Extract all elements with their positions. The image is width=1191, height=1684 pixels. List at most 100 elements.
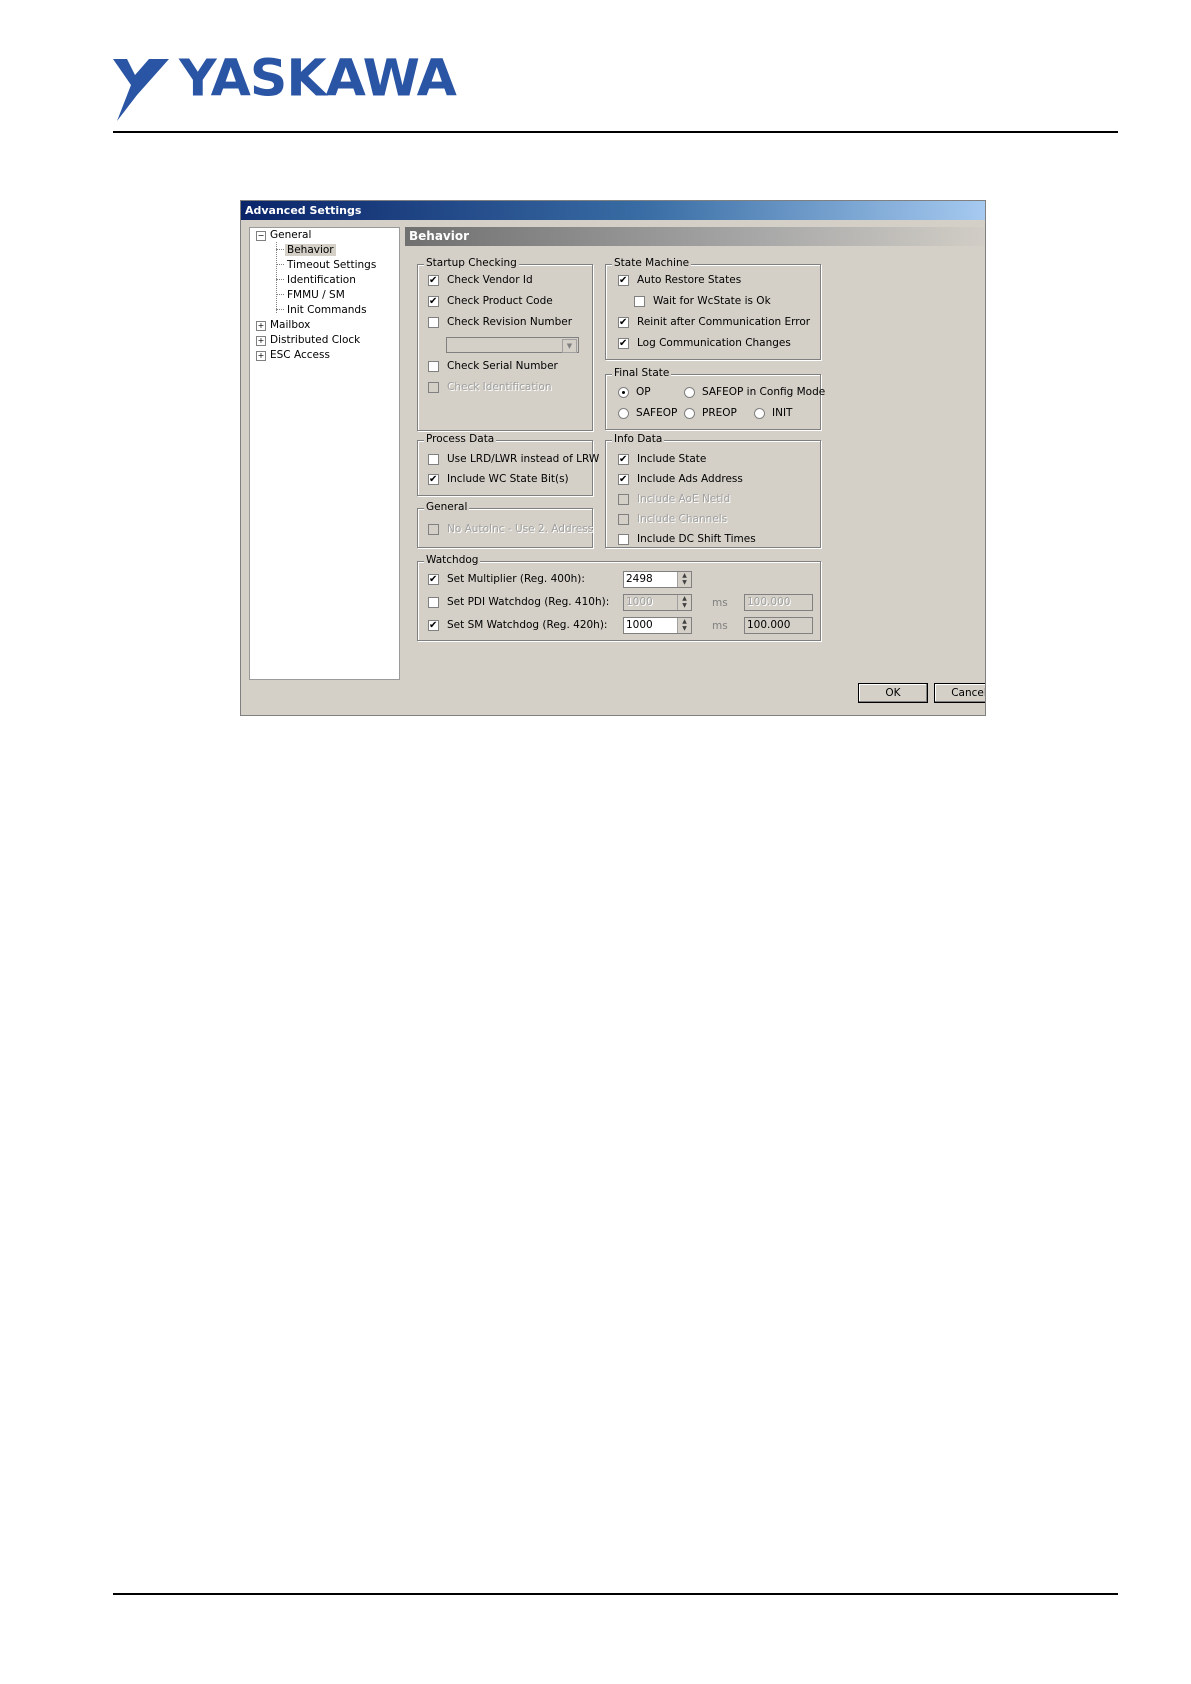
process-data-group: Process Data Use LRD/LWR instead of LRW … bbox=[417, 433, 599, 496]
tree-guide bbox=[276, 249, 284, 250]
tree-item-identification[interactable]: Identification bbox=[287, 274, 356, 287]
stepper-value: 1000 bbox=[626, 596, 653, 608]
advanced-settings-dialog: Advanced Settings − General Behavior Tim… bbox=[240, 200, 986, 716]
set-sm-watchdog[interactable]: Set SM Watchdog (Reg. 420h): bbox=[428, 619, 607, 631]
radio-init[interactable]: INIT bbox=[754, 407, 792, 419]
checkbox[interactable] bbox=[618, 274, 629, 286]
footer-rule bbox=[113, 1593, 1118, 1595]
expand-icon[interactable]: + bbox=[256, 321, 266, 331]
radio-safeop[interactable]: SAFEOP bbox=[618, 407, 677, 419]
unit-label: ms bbox=[712, 620, 728, 632]
wait-for-wcstate[interactable]: Wait for WcState is Ok bbox=[634, 295, 771, 307]
sm-watchdog-stepper[interactable]: 1000 ▲ ▼ bbox=[623, 617, 692, 634]
check-vendor-id[interactable]: Check Vendor Id bbox=[428, 274, 533, 286]
include-state[interactable]: Include State bbox=[618, 453, 706, 465]
check-identification: Check Identification bbox=[428, 381, 551, 393]
include-ads-address[interactable]: Include Ads Address bbox=[618, 473, 743, 485]
tree-item-timeout-settings[interactable]: Timeout Settings bbox=[287, 259, 376, 272]
radio-button[interactable] bbox=[684, 407, 695, 419]
tree-guide bbox=[276, 309, 284, 310]
checkbox[interactable] bbox=[618, 533, 629, 545]
revision-compare-select: ▼ bbox=[446, 337, 579, 353]
ok-button[interactable]: OK bbox=[858, 683, 928, 703]
radio-op[interactable]: OP bbox=[618, 386, 651, 398]
group-legend: Startup Checking bbox=[424, 257, 519, 269]
tree-item-general[interactable]: General bbox=[270, 229, 311, 242]
spin-down-icon[interactable]: ▼ bbox=[678, 625, 691, 632]
state-machine-group: State Machine Auto Restore States Wait f… bbox=[605, 257, 821, 360]
checkbox[interactable] bbox=[428, 360, 439, 372]
dialog-titlebar: Advanced Settings bbox=[241, 201, 985, 220]
check-serial-number[interactable]: Check Serial Number bbox=[428, 360, 558, 372]
tree-item-esc-access[interactable]: ESC Access bbox=[270, 349, 330, 362]
logo-wordmark: YASKAWA bbox=[179, 49, 457, 109]
set-multiplier[interactable]: Set Multiplier (Reg. 400h): bbox=[428, 573, 585, 585]
sm-watchdog-readout: 100.000 bbox=[744, 617, 813, 634]
chevron-down-icon: ▼ bbox=[562, 339, 577, 353]
checkbox bbox=[428, 381, 439, 393]
tree-guide bbox=[276, 294, 284, 295]
radio-button[interactable] bbox=[618, 386, 629, 398]
tree-item-distributed-clock[interactable]: Distributed Clock bbox=[270, 334, 360, 347]
expand-icon[interactable]: + bbox=[256, 351, 266, 361]
checkbox[interactable] bbox=[618, 453, 629, 465]
checkbox[interactable] bbox=[428, 316, 439, 328]
radio-button[interactable] bbox=[684, 386, 695, 398]
group-legend: Process Data bbox=[424, 433, 497, 445]
checkbox bbox=[618, 493, 629, 505]
spin-up-icon: ▲ bbox=[682, 595, 687, 602]
watchdog-group: Watchdog Set Multiplier (Reg. 400h): 249… bbox=[417, 554, 821, 641]
group-legend: Final State bbox=[612, 367, 672, 379]
tree-guide bbox=[276, 264, 284, 265]
expand-icon[interactable]: + bbox=[256, 336, 266, 346]
tree-item-init-commands[interactable]: Init Commands bbox=[287, 304, 367, 317]
check-product-code[interactable]: Check Product Code bbox=[428, 295, 553, 307]
no-autoinc: No AutoInc - Use 2. Address bbox=[428, 523, 593, 535]
use-lrd-lwr[interactable]: Use LRD/LWR instead of LRW bbox=[428, 453, 599, 465]
header-rule bbox=[113, 131, 1118, 133]
include-dc-shift-times[interactable]: Include DC Shift Times bbox=[618, 533, 756, 545]
checkbox[interactable] bbox=[618, 316, 629, 328]
radio-safeop-config[interactable]: SAFEOP in Config Mode bbox=[684, 386, 825, 398]
tree-guide bbox=[276, 279, 284, 280]
collapse-icon[interactable]: − bbox=[256, 231, 266, 241]
checkbox[interactable] bbox=[428, 473, 439, 485]
spin-down-icon: ▼ bbox=[682, 602, 687, 609]
checkbox[interactable] bbox=[428, 596, 439, 608]
group-legend: Info Data bbox=[612, 433, 665, 445]
spin-up-icon[interactable]: ▲ bbox=[678, 618, 691, 625]
yaskawa-logo-icon bbox=[113, 59, 169, 121]
tree-item-mailbox[interactable]: Mailbox bbox=[270, 319, 310, 332]
final-state-group: Final State OP SAFEOP in Config Mode SAF… bbox=[605, 367, 825, 430]
log-communication-changes[interactable]: Log Communication Changes bbox=[618, 337, 791, 349]
checkbox[interactable] bbox=[618, 337, 629, 349]
tree-guide bbox=[276, 242, 277, 313]
include-wc-state-bits[interactable]: Include WC State Bit(s) bbox=[428, 473, 569, 485]
radio-preop[interactable]: PREOP bbox=[684, 407, 737, 419]
group-legend: General bbox=[424, 501, 470, 513]
group-legend: Watchdog bbox=[424, 554, 481, 566]
checkbox[interactable] bbox=[634, 295, 645, 307]
general-group: General No AutoInc - Use 2. Address bbox=[417, 501, 593, 548]
unit-label: ms bbox=[712, 597, 728, 609]
cancel-button[interactable]: Cancel bbox=[934, 683, 985, 703]
group-legend: State Machine bbox=[612, 257, 692, 269]
stepper-value: 1000 bbox=[626, 619, 653, 631]
checkbox[interactable] bbox=[428, 295, 439, 307]
checkbox[interactable] bbox=[428, 573, 439, 585]
radio-button[interactable] bbox=[618, 407, 629, 419]
radio-button[interactable] bbox=[754, 407, 765, 419]
multiplier-stepper[interactable]: 2498 ▲ ▼ bbox=[623, 571, 692, 588]
auto-restore-states[interactable]: Auto Restore States bbox=[618, 274, 741, 286]
checkbox[interactable] bbox=[428, 619, 439, 631]
checkbox[interactable] bbox=[618, 473, 629, 485]
tree-item-fmmu-sm[interactable]: FMMU / SM bbox=[287, 289, 345, 302]
checkbox[interactable] bbox=[428, 274, 439, 286]
checkbox[interactable] bbox=[428, 453, 439, 465]
set-pdi-watchdog[interactable]: Set PDI Watchdog (Reg. 410h): bbox=[428, 596, 609, 608]
spin-down-icon[interactable]: ▼ bbox=[678, 579, 691, 586]
check-revision-number[interactable]: Check Revision Number bbox=[428, 316, 572, 328]
spin-up-icon[interactable]: ▲ bbox=[678, 572, 691, 579]
reinit-after-error[interactable]: Reinit after Communication Error bbox=[618, 316, 810, 328]
tree-item-behavior[interactable]: Behavior bbox=[285, 244, 336, 257]
